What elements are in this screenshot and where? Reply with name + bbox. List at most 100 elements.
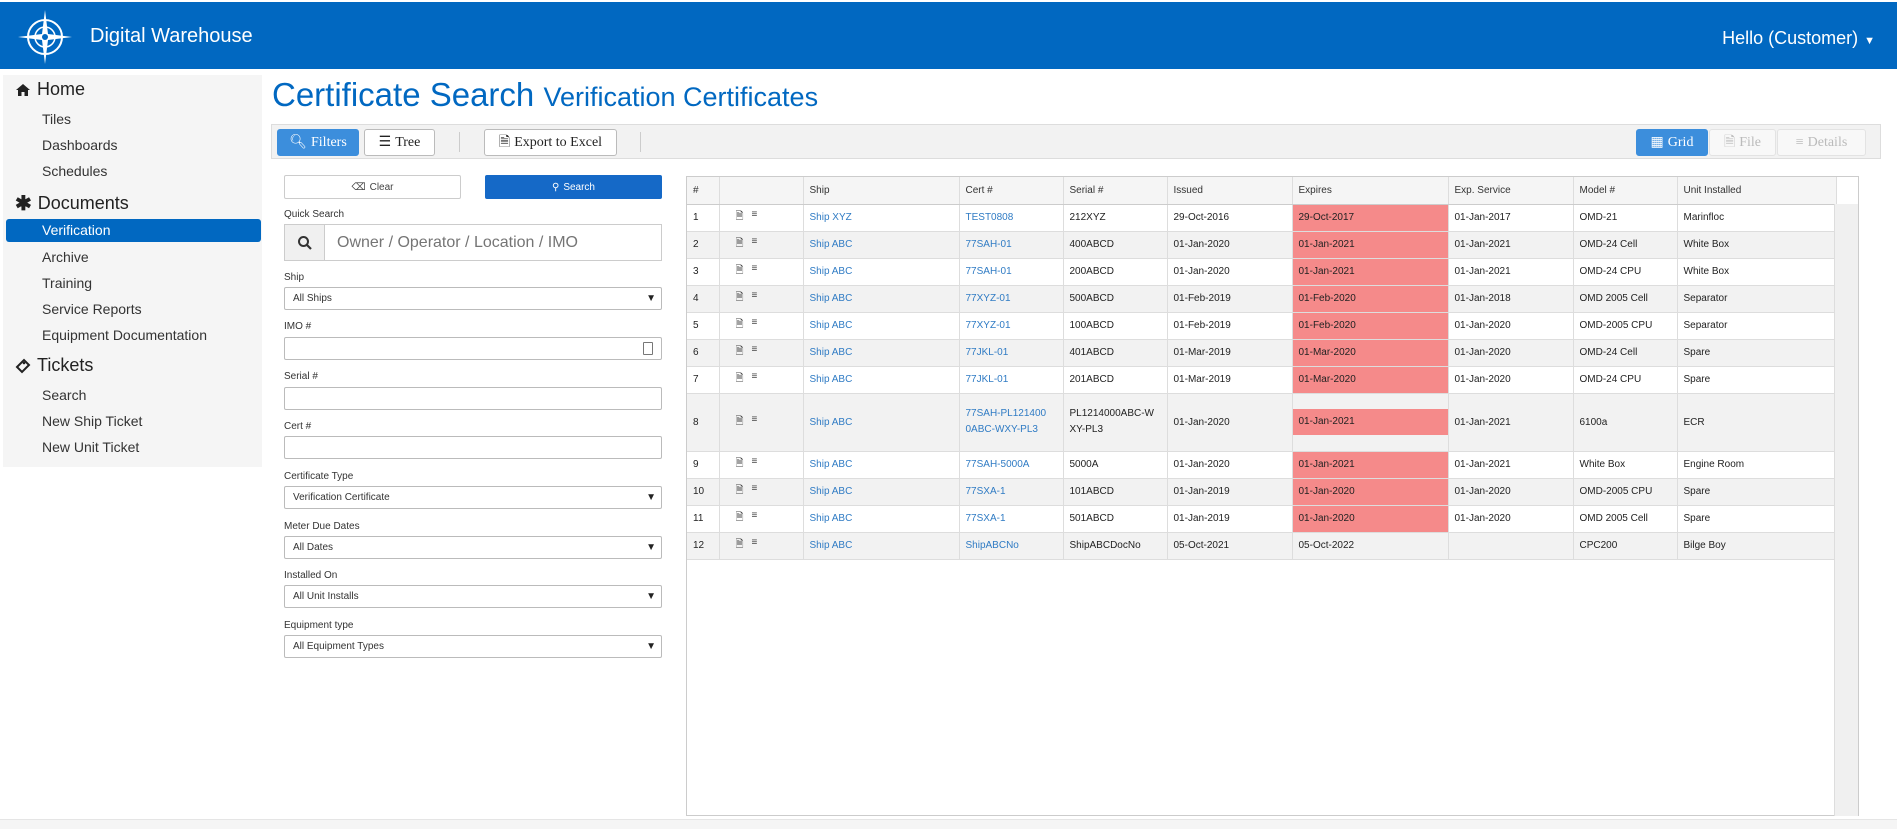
column-header[interactable]: Unit Installed	[1677, 177, 1837, 205]
search-icon[interactable]	[285, 225, 325, 260]
ship-cell[interactable]: Ship ABC	[803, 258, 960, 286]
nav-section-documents[interactable]: ✱ Documents	[15, 191, 129, 216]
menu-icon[interactable]: ≡	[752, 290, 758, 307]
serial-input[interactable]	[284, 387, 662, 410]
imo-input[interactable]	[284, 337, 662, 360]
cert-cell[interactable]: 77JKL-01	[959, 366, 1064, 394]
user-menu[interactable]: Hello (Customer) ▼	[1722, 28, 1875, 49]
column-header[interactable]: Expires	[1292, 177, 1449, 205]
column-header[interactable]: Serial #	[1063, 177, 1168, 205]
menu-icon[interactable]: ≡	[752, 537, 758, 554]
column-header[interactable]: Model #	[1573, 177, 1678, 205]
cert-cell[interactable]: 77SAH-01	[959, 231, 1064, 259]
export-excel-button[interactable]: 🗎︎ Export to Excel	[484, 129, 617, 156]
app-name[interactable]: Digital Warehouse	[90, 25, 253, 48]
table-row[interactable]: 9 🗎︎ ≡ Ship ABC 77SAH-5000A 5000A 01-Jan-2020 0…	[687, 451, 1837, 479]
search-button[interactable]: ⚲ Search	[485, 175, 662, 199]
pdf-file-icon[interactable]: 🗎︎	[736, 236, 744, 253]
sidebar-item-archive[interactable]: Archive	[42, 249, 89, 265]
pdf-file-icon[interactable]: 🗎︎	[736, 414, 744, 431]
ship-cell[interactable]: Ship ABC	[803, 505, 960, 533]
pdf-file-icon[interactable]: 🗎︎	[736, 537, 744, 554]
sidebar-item-search[interactable]: Search	[42, 387, 86, 403]
menu-icon[interactable]: ≡	[752, 263, 758, 280]
ship-cell[interactable]: Ship ABC	[803, 285, 960, 313]
pdf-file-icon[interactable]: 🗎︎	[736, 263, 744, 280]
column-header[interactable]: Ship	[803, 177, 960, 205]
cert-cell[interactable]: 77SAH-01	[959, 258, 1064, 286]
pdf-file-icon[interactable]: 🗎︎	[736, 371, 744, 388]
sidebar-item-new-unit-ticket[interactable]: New Unit Ticket	[42, 439, 139, 455]
nav-section-home[interactable]: Home	[15, 79, 85, 100]
clear-button[interactable]: ⌫ Clear	[284, 175, 461, 199]
ship-select[interactable]: All Ships ▼	[284, 287, 662, 310]
details-view-button[interactable]: ≡ Details	[1777, 129, 1866, 156]
column-header[interactable]	[719, 177, 804, 205]
table-row[interactable]: 3 🗎︎ ≡ Ship ABC 77SAH-01 200ABCD 01-Jan-2020 01…	[687, 258, 1837, 286]
nav-section-tickets[interactable]: Tickets	[15, 355, 93, 376]
column-header[interactable]: #	[687, 177, 720, 205]
menu-icon[interactable]: ≡	[752, 371, 758, 388]
sidebar-item-equipment-documentation[interactable]: Equipment Documentation	[42, 327, 207, 343]
ship-cell[interactable]: Ship ABC	[803, 532, 960, 560]
menu-icon[interactable]: ≡	[752, 209, 758, 226]
sidebar-item-dashboards[interactable]: Dashboards	[42, 137, 118, 153]
pdf-file-icon[interactable]: 🗎︎	[736, 209, 744, 226]
ship-cell[interactable]: Ship ABC	[803, 478, 960, 506]
menu-icon[interactable]: ≡	[752, 483, 758, 500]
ship-cell[interactable]: Ship ABC	[803, 312, 960, 340]
pdf-file-icon[interactable]: 🗎︎	[736, 456, 744, 473]
table-row[interactable]: 11 🗎︎ ≡ Ship ABC 77SXA-1 501ABCD 01-Jan-2019 01…	[687, 505, 1837, 533]
sidebar-item-verification[interactable]: Verification	[6, 219, 261, 242]
cert-cell[interactable]: 77XYZ-01	[959, 312, 1064, 340]
cert-type-select[interactable]: Verification Certificate ▼	[284, 486, 662, 509]
ship-cell[interactable]: Ship ABC	[803, 393, 960, 452]
pdf-file-icon[interactable]: 🗎︎	[736, 290, 744, 307]
sidebar-item-service-reports[interactable]: Service Reports	[42, 301, 142, 317]
tree-button[interactable]: ☰ Tree	[364, 129, 435, 156]
filters-button[interactable]: 🔍︎ Filters	[277, 129, 359, 156]
ship-cell[interactable]: Ship ABC	[803, 451, 960, 479]
column-header[interactable]: Issued	[1167, 177, 1293, 205]
table-row[interactable]: 2 🗎︎ ≡ Ship ABC 77SAH-01 400ABCD 01-Jan-2020 01…	[687, 231, 1837, 259]
menu-icon[interactable]: ≡	[752, 317, 758, 334]
table-row[interactable]: 8 🗎︎ ≡ Ship ABC 77SAH-PL1214000ABC-WXY-PL3 PL…	[687, 393, 1837, 452]
menu-icon[interactable]: ≡	[752, 414, 758, 431]
sidebar-item-training[interactable]: Training	[42, 275, 92, 291]
table-row[interactable]: 5 🗎︎ ≡ Ship ABC 77XYZ-01 100ABCD 01-Feb-2019 01…	[687, 312, 1837, 340]
table-row[interactable]: 7 🗎︎ ≡ Ship ABC 77JKL-01 201ABCD 01-Mar-2019 01…	[687, 366, 1837, 394]
menu-icon[interactable]: ≡	[752, 344, 758, 361]
ship-cell[interactable]: Ship ABC	[803, 339, 960, 367]
table-row[interactable]: 6 🗎︎ ≡ Ship ABC 77JKL-01 401ABCD 01-Mar-2019 01…	[687, 339, 1837, 367]
meter-due-select[interactable]: All Dates ▼	[284, 536, 662, 559]
cert-input[interactable]	[284, 436, 662, 459]
table-row[interactable]: 1 🗎︎ ≡ Ship XYZ TEST0808 212XYZ 29-Oct-2016 29-…	[687, 204, 1837, 232]
ship-cell[interactable]: Ship ABC	[803, 366, 960, 394]
column-header[interactable]: Exp. Service	[1448, 177, 1574, 205]
sidebar-item-schedules[interactable]: Schedules	[42, 163, 107, 179]
cert-cell[interactable]: 77JKL-01	[959, 339, 1064, 367]
grid-scrollbar[interactable]	[1834, 204, 1858, 816]
pdf-file-icon[interactable]: 🗎︎	[736, 344, 744, 361]
table-row[interactable]: 4 🗎︎ ≡ Ship ABC 77XYZ-01 500ABCD 01-Feb-2019 01…	[687, 285, 1837, 313]
pdf-file-icon[interactable]: 🗎︎	[736, 317, 744, 334]
cert-cell[interactable]: 77SXA-1	[959, 478, 1064, 506]
pdf-file-icon[interactable]: 🗎︎	[736, 483, 744, 500]
cert-cell[interactable]: ShipABCNo	[959, 532, 1064, 560]
cert-cell[interactable]: 77XYZ-01	[959, 285, 1064, 313]
pdf-file-icon[interactable]: 🗎︎	[736, 510, 744, 527]
grid-view-button[interactable]: ▦ Grid	[1636, 129, 1708, 156]
menu-icon[interactable]: ≡	[752, 510, 758, 527]
cert-cell[interactable]: 77SAH-PL1214000ABC-WXY-PL3	[959, 393, 1064, 452]
menu-icon[interactable]: ≡	[752, 456, 758, 473]
cert-cell[interactable]: TEST0808	[959, 204, 1064, 232]
sidebar-item-new-ship-ticket[interactable]: New Ship Ticket	[42, 413, 142, 429]
ship-cell[interactable]: Ship ABC	[803, 231, 960, 259]
ship-cell[interactable]: Ship XYZ	[803, 204, 960, 232]
column-header[interactable]: Cert #	[959, 177, 1064, 205]
table-row[interactable]: 12 🗎︎ ≡ Ship ABC ShipABCNo ShipABCDocNo 05-Oct…	[687, 532, 1837, 560]
cert-cell[interactable]: 77SXA-1	[959, 505, 1064, 533]
table-row[interactable]: 10 🗎︎ ≡ Ship ABC 77SXA-1 101ABCD 01-Jan-2019 01…	[687, 478, 1837, 506]
menu-icon[interactable]: ≡	[752, 236, 758, 253]
installed-on-select[interactable]: All Unit Installs ▼	[284, 585, 662, 608]
